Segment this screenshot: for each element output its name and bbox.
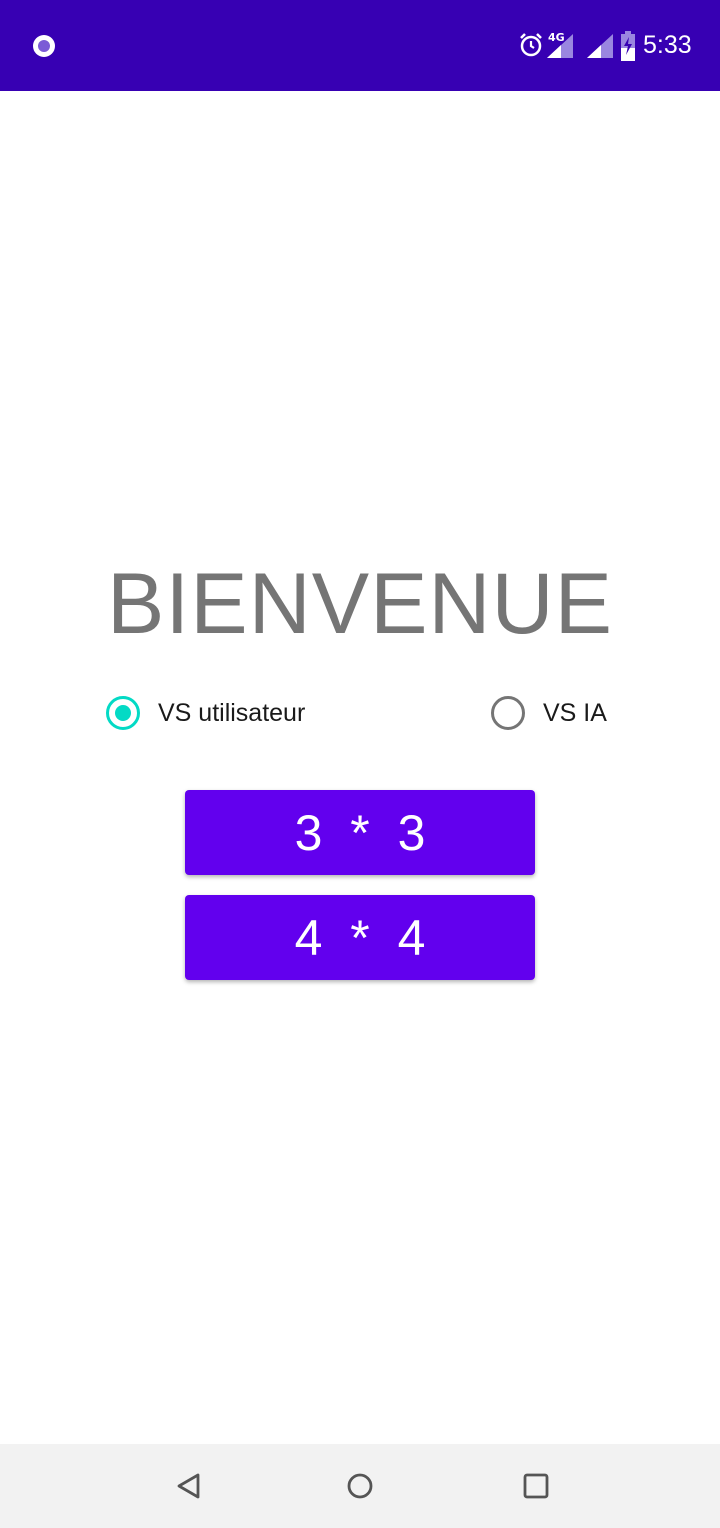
grid-4x4-button[interactable]: 4 * 4 <box>185 895 535 980</box>
radio-unchecked-icon[interactable] <box>491 696 525 730</box>
radio-label-vs-ia: VS IA <box>543 698 607 727</box>
status-icons: 4G 5:33 <box>500 28 720 64</box>
navigation-bar <box>0 1444 720 1528</box>
page-title: BIENVENUE <box>106 556 614 652</box>
home-icon[interactable] <box>340 1466 380 1506</box>
battery-icon <box>621 31 635 61</box>
status-bar: 4G 5:33 <box>0 0 720 91</box>
radio-label-vs-user: VS utilisateur <box>158 698 306 727</box>
radio-checked-icon[interactable] <box>106 696 140 730</box>
clock: 5:33 <box>643 31 692 59</box>
grid-3x3-button[interactable]: 3 * 3 <box>185 790 535 875</box>
alarm-icon <box>520 33 542 57</box>
back-icon[interactable] <box>169 1466 209 1506</box>
radio-vs-ia[interactable]: VS IA <box>491 693 607 733</box>
recent-apps-icon[interactable] <box>516 1466 556 1506</box>
radio-vs-user[interactable]: VS utilisateur <box>106 693 305 733</box>
signal-icon <box>587 34 613 58</box>
signal-icon <box>547 34 573 58</box>
notification-dot-icon <box>33 35 55 57</box>
